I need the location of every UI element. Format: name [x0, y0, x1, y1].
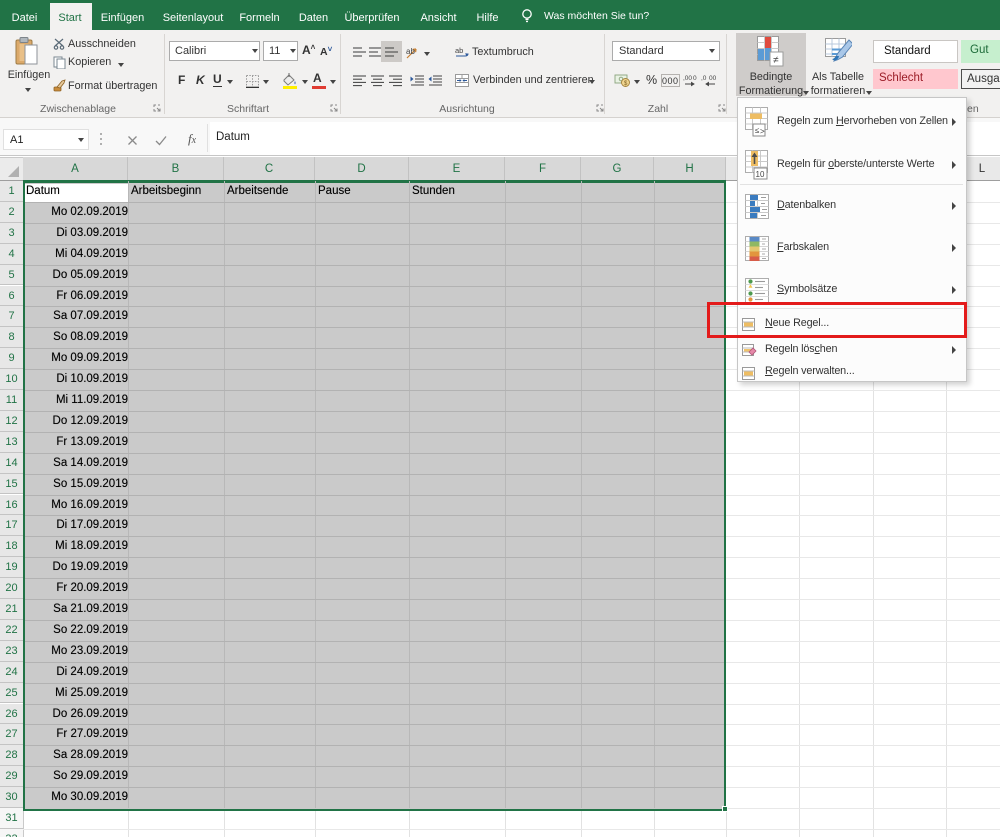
svg-text:>: >	[760, 127, 765, 136]
svg-text:00: 00	[709, 75, 717, 82]
svg-text:ab: ab	[455, 46, 463, 55]
svg-text:0: 0	[693, 75, 697, 82]
svg-text:≠: ≠	[773, 55, 779, 66]
svg-text:,00: ,00	[683, 75, 692, 82]
svg-text:,0: ,0	[701, 75, 707, 82]
svg-text:10: 10	[756, 170, 765, 179]
svg-text:ab: ab	[406, 47, 415, 56]
